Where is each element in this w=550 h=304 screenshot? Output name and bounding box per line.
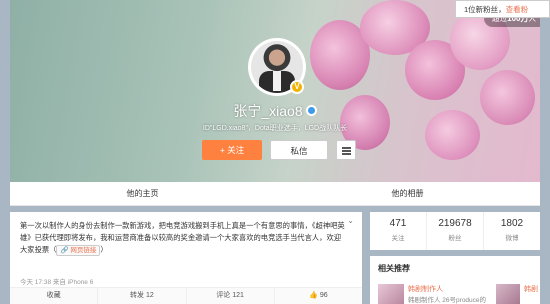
recommend-name[interactable]: 韩剧制作人 xyxy=(408,284,443,294)
recommend-thumbnail[interactable] xyxy=(378,284,404,304)
post-card: 第一次以制作人的身份去制作一款新游戏，把电竞游戏搬到手机上真是一个有意思的事情，… xyxy=(10,212,362,304)
profile-name-text: 张宁_xiao8 xyxy=(233,103,303,119)
stat-posts[interactable]: 1802 微博 xyxy=(484,212,540,250)
verified-badge-text: V xyxy=(294,82,300,91)
profile-bio: ID"LGD.xiao8"，Dota职业选手，LGD战队队长 xyxy=(202,125,348,132)
tab-home[interactable]: 他的主页 xyxy=(10,182,275,205)
web-link-label: 网页链接 xyxy=(70,247,97,254)
recommend-thumbnail[interactable] xyxy=(496,284,520,304)
menu-icon xyxy=(341,147,351,149)
comment-button[interactable]: 评论 121 xyxy=(187,288,275,304)
thumbs-up-icon: 👍 xyxy=(309,292,320,299)
stat-followers[interactable]: 219678 粉丝 xyxy=(427,212,484,250)
notice-text: 1位新粉丝， xyxy=(464,5,506,14)
profile-name: 张宁_xiao8 xyxy=(0,101,550,121)
notice-link[interactable]: 查看粉 xyxy=(506,5,529,14)
stat-label: 关注 xyxy=(391,235,405,242)
stat-following[interactable]: 471 关注 xyxy=(370,212,427,250)
profile-tabs: 他的主页 他的相册 xyxy=(10,182,540,206)
follow-button[interactable]: + 关注 xyxy=(202,140,262,160)
stat-number: 1802 xyxy=(500,218,524,229)
post-body-end: ） xyxy=(100,245,108,254)
post-meta: 今天 17:38 来自 iPhone 6 xyxy=(20,279,94,286)
new-follower-notice[interactable]: 1位新粉丝，查看粉 xyxy=(455,0,550,18)
stat-number: 471 xyxy=(389,218,407,229)
stat-label: 粉丝 xyxy=(448,235,462,242)
link-icon: 🔗 xyxy=(60,247,71,254)
recommend-item[interactable]: 韩剧制作人 韩剧制作人 26号produce的 韩剧 xyxy=(378,282,538,304)
recommend-title: 相关推荐 xyxy=(378,264,410,273)
recommend-name[interactable]: 韩剧 xyxy=(524,284,538,294)
recommend-subtitle: 韩剧制作人 26号produce的 xyxy=(408,297,487,304)
message-button[interactable]: 私信 xyxy=(270,140,328,160)
post-actions: 收藏 转发 12 评论 121 👍 96 xyxy=(10,287,362,304)
like-count: 96 xyxy=(319,292,328,299)
post-text: 第一次以制作人的身份去制作一款新游戏，把电竞游戏搬到手机上真是一个有意思的事情，… xyxy=(20,220,348,256)
tab-album[interactable]: 他的相册 xyxy=(275,182,540,205)
related-recommendations: 相关推荐 韩剧制作人 韩剧制作人 26号produce的 韩剧 xyxy=(370,256,540,304)
profile-stats: 471 关注 219678 粉丝 1802 微博 xyxy=(370,212,540,250)
member-icon xyxy=(305,105,317,116)
web-link[interactable]: 🔗 网页链接 xyxy=(56,245,101,256)
verified-icon: V xyxy=(290,80,304,94)
more-menu-button[interactable] xyxy=(336,140,356,160)
favorite-button[interactable]: 收藏 xyxy=(10,288,99,304)
chevron-down-icon[interactable]: ⌄ xyxy=(347,216,354,225)
stat-number: 219678 xyxy=(438,218,472,229)
like-button[interactable]: 👍 96 xyxy=(275,288,362,304)
stat-label: 微博 xyxy=(505,235,519,242)
repost-button[interactable]: 转发 12 xyxy=(98,288,187,304)
